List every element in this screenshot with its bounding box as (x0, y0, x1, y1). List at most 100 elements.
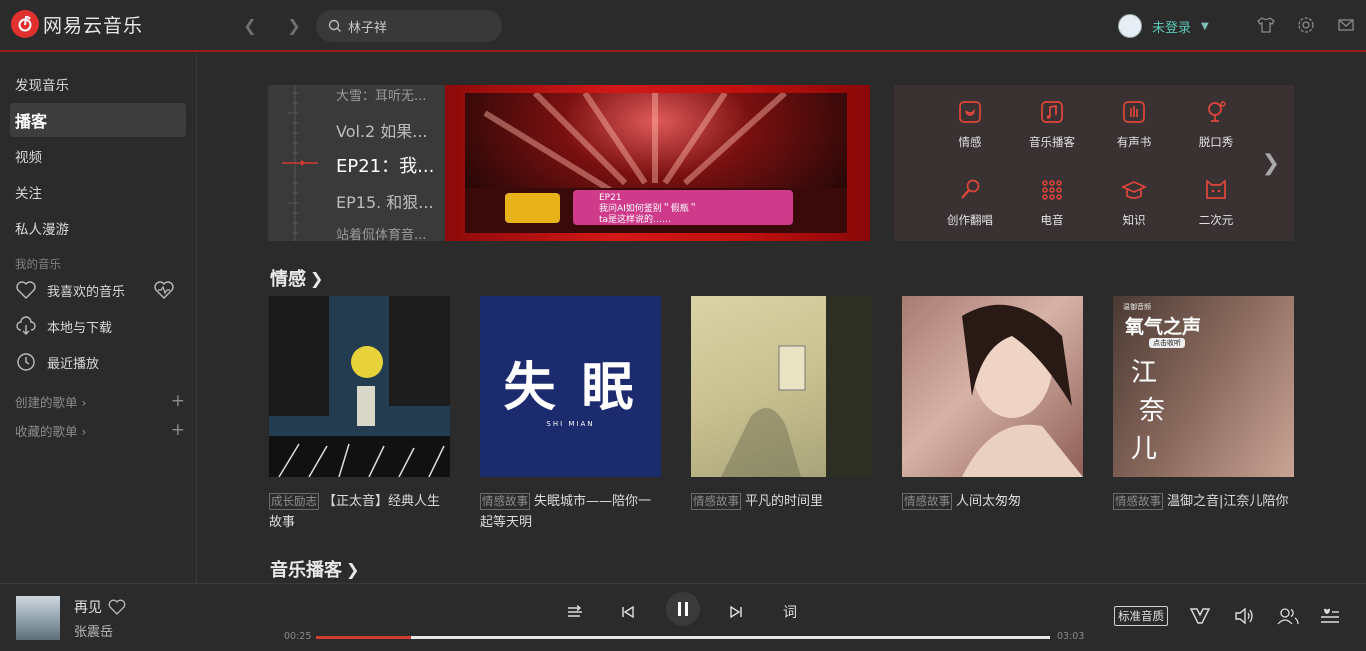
next-track-icon[interactable] (724, 600, 748, 624)
card-cover-image[interactable] (269, 296, 450, 477)
heartbeat-mode-icon[interactable] (153, 280, 175, 300)
sound-effect-icon[interactable] (1188, 604, 1212, 628)
now-playing-cover[interactable] (16, 596, 60, 640)
podcast-card[interactable]: 成长励志 【正太音】经典人生故事 (269, 296, 450, 533)
category-music-podcast[interactable]: 音乐播客 (1012, 99, 1092, 150)
electronic-icon (1042, 180, 1062, 200)
section-title-label: 音乐播客 (270, 560, 342, 581)
podcast-card[interactable]: 温御音频 氧气之声 点击收听 江 奈 儿 情感故事 温御之音|江奈儿陪你 (1113, 296, 1294, 512)
volume-icon[interactable] (1232, 604, 1256, 628)
banner-episode[interactable]: 站着侃体育音... (336, 224, 426, 241)
banner-episode[interactable]: EP15. 和狠... (336, 189, 434, 213)
banner-episode[interactable]: 大雪：耳听无... (336, 85, 426, 104)
skin-shirt-icon[interactable] (1255, 14, 1277, 36)
user-menu[interactable]: 未登录 ▼ (1118, 14, 1209, 38)
pause-button[interactable] (666, 592, 700, 626)
section-title-music-podcast[interactable]: 音乐播客 ❯ (270, 556, 359, 582)
pause-icon (678, 602, 688, 616)
chevron-right-icon[interactable]: ❯ (1262, 151, 1280, 176)
category-label: 有声书 (1116, 135, 1152, 149)
banner-image[interactable]: EP21 我问AI如何鉴别＂假瓶＂ ta是这样说的…… (445, 85, 870, 241)
sidebar-item-follow[interactable]: 关注 (10, 175, 186, 209)
cover-art (962, 304, 1083, 477)
lyrics-button[interactable]: 词 (778, 600, 802, 624)
section-title-label: 情感 (270, 269, 306, 290)
episode-caption: EP21 我问AI如何鉴别＂假瓶＂ ta是这样说的…… (599, 193, 698, 226)
heart-icon (16, 281, 36, 299)
category-emotion[interactable]: 情感 (930, 99, 1010, 150)
banner-episode-current[interactable]: EP21：我... (336, 152, 434, 178)
podcast-banner[interactable]: 大雪：耳听无... Vol.2 如果... EP21：我... EP15. 和狠… (268, 85, 870, 241)
card-tag[interactable]: 情感故事 (691, 493, 741, 510)
category-label: 知识 (1122, 213, 1146, 227)
now-playing-title[interactable]: 再见 (74, 597, 102, 617)
avatar[interactable] (1118, 14, 1142, 38)
card-cover-image[interactable]: 温御音频 氧气之声 点击收听 江 奈 儿 (1113, 296, 1294, 477)
card-cover-image[interactable] (691, 296, 872, 477)
podcast-card[interactable]: 情感故事 平凡的时间里 (691, 296, 872, 512)
card-tag[interactable]: 成长励志 (269, 493, 319, 510)
sidebar-item-discover[interactable]: 发现音乐 (10, 67, 186, 101)
add-collected-icon[interactable]: + (171, 420, 185, 440)
add-playlist-icon[interactable]: + (171, 391, 185, 411)
listen-together-icon[interactable] (1276, 604, 1300, 628)
back-arrow-icon[interactable]: ❮ (240, 15, 260, 35)
chevron-right-icon: ❯ (310, 268, 324, 288)
app-logo[interactable]: 网易云音乐 (11, 10, 143, 38)
cover-vertical-text: 江 奈 儿 (1131, 354, 1165, 468)
now-playing-artist[interactable]: 张震岳 (74, 621, 113, 640)
forward-arrow-icon[interactable]: ❯ (284, 15, 304, 35)
card-title[interactable]: 温御之音|江奈儿陪你 (1167, 494, 1288, 509)
clock-icon (17, 353, 35, 371)
card-cover-image[interactable] (902, 296, 1083, 477)
like-heart-icon[interactable] (108, 599, 126, 615)
card-tag[interactable]: 情感故事 (480, 493, 530, 510)
sidebar-item-podcast[interactable]: 播客 (10, 103, 186, 137)
cover-char: 江 (1131, 358, 1158, 388)
emotion-icon (959, 101, 981, 123)
chevron-right-icon: ❯ (346, 559, 360, 579)
caret-down-icon[interactable]: ▼ (1201, 21, 1209, 32)
mail-icon[interactable] (1335, 14, 1357, 36)
play-mode-icon[interactable] (563, 600, 587, 624)
audiobook-icon (1123, 101, 1145, 123)
card-title[interactable]: 人间太匆匆 (956, 494, 1021, 509)
sidebar-item-local-download[interactable]: 本地与下载 (15, 312, 187, 340)
podcast-card[interactable]: 情感故事 人间太匆匆 (902, 296, 1083, 512)
card-title[interactable]: 平凡的时间里 (745, 494, 823, 509)
card-tag[interactable]: 情感故事 (902, 493, 952, 510)
search-input[interactable] (348, 18, 488, 34)
playlist-icon[interactable] (1318, 604, 1342, 628)
category-talkshow[interactable]: 脱口秀 (1176, 99, 1256, 150)
banner-episode[interactable]: Vol.2 如果... (336, 118, 428, 142)
search-box[interactable] (316, 10, 502, 42)
card-cover-image[interactable]: 失 眠 SHI MIAN (480, 296, 661, 477)
card-tag[interactable]: 情感故事 (1113, 493, 1163, 510)
cover-art (721, 296, 872, 477)
sidebar-item-video[interactable]: 视频 (10, 139, 186, 173)
category-label: 创作翻唱 (947, 213, 993, 227)
my-music-title: 我的音乐 (15, 257, 61, 271)
previous-track-icon[interactable] (616, 600, 640, 624)
user-name[interactable]: 未登录 (1152, 17, 1191, 36)
collected-playlists-label: 收藏的歌单 (15, 423, 78, 439)
sidebar-item-private-fm[interactable]: 私人漫游 (10, 211, 186, 245)
cover-char: 儿 (1131, 434, 1158, 464)
progress-bar[interactable] (316, 636, 1050, 639)
sidebar-item-recent[interactable]: 最近播放 (15, 348, 187, 376)
sidebar-item-liked-music[interactable]: 我喜欢的音乐 (15, 276, 187, 304)
sidebar-item-label: 最近播放 (47, 356, 100, 372)
podcast-card[interactable]: 失 眠 SHI MIAN 情感故事 失眠城市——陪你一起等天明 (480, 296, 661, 533)
cover-small-text: 温御音频 (1123, 303, 1151, 311)
created-playlists[interactable]: 创建的歌单 › + (15, 391, 185, 411)
category-audiobook[interactable]: 有声书 (1094, 99, 1174, 150)
microphone-icon (961, 179, 980, 199)
category-anime[interactable]: 二次元 (1176, 177, 1256, 228)
category-electronic[interactable]: 电音 (1012, 177, 1092, 228)
settings-gear-icon[interactable] (1295, 14, 1317, 36)
category-cover[interactable]: 创作翻唱 (930, 177, 1010, 228)
sound-quality-button[interactable]: 标准音质 (1114, 606, 1168, 626)
section-title-emotion[interactable]: 情感 ❯ (270, 265, 323, 291)
category-knowledge[interactable]: 知识 (1094, 177, 1174, 228)
collected-playlists[interactable]: 收藏的歌单 › + (15, 420, 185, 440)
